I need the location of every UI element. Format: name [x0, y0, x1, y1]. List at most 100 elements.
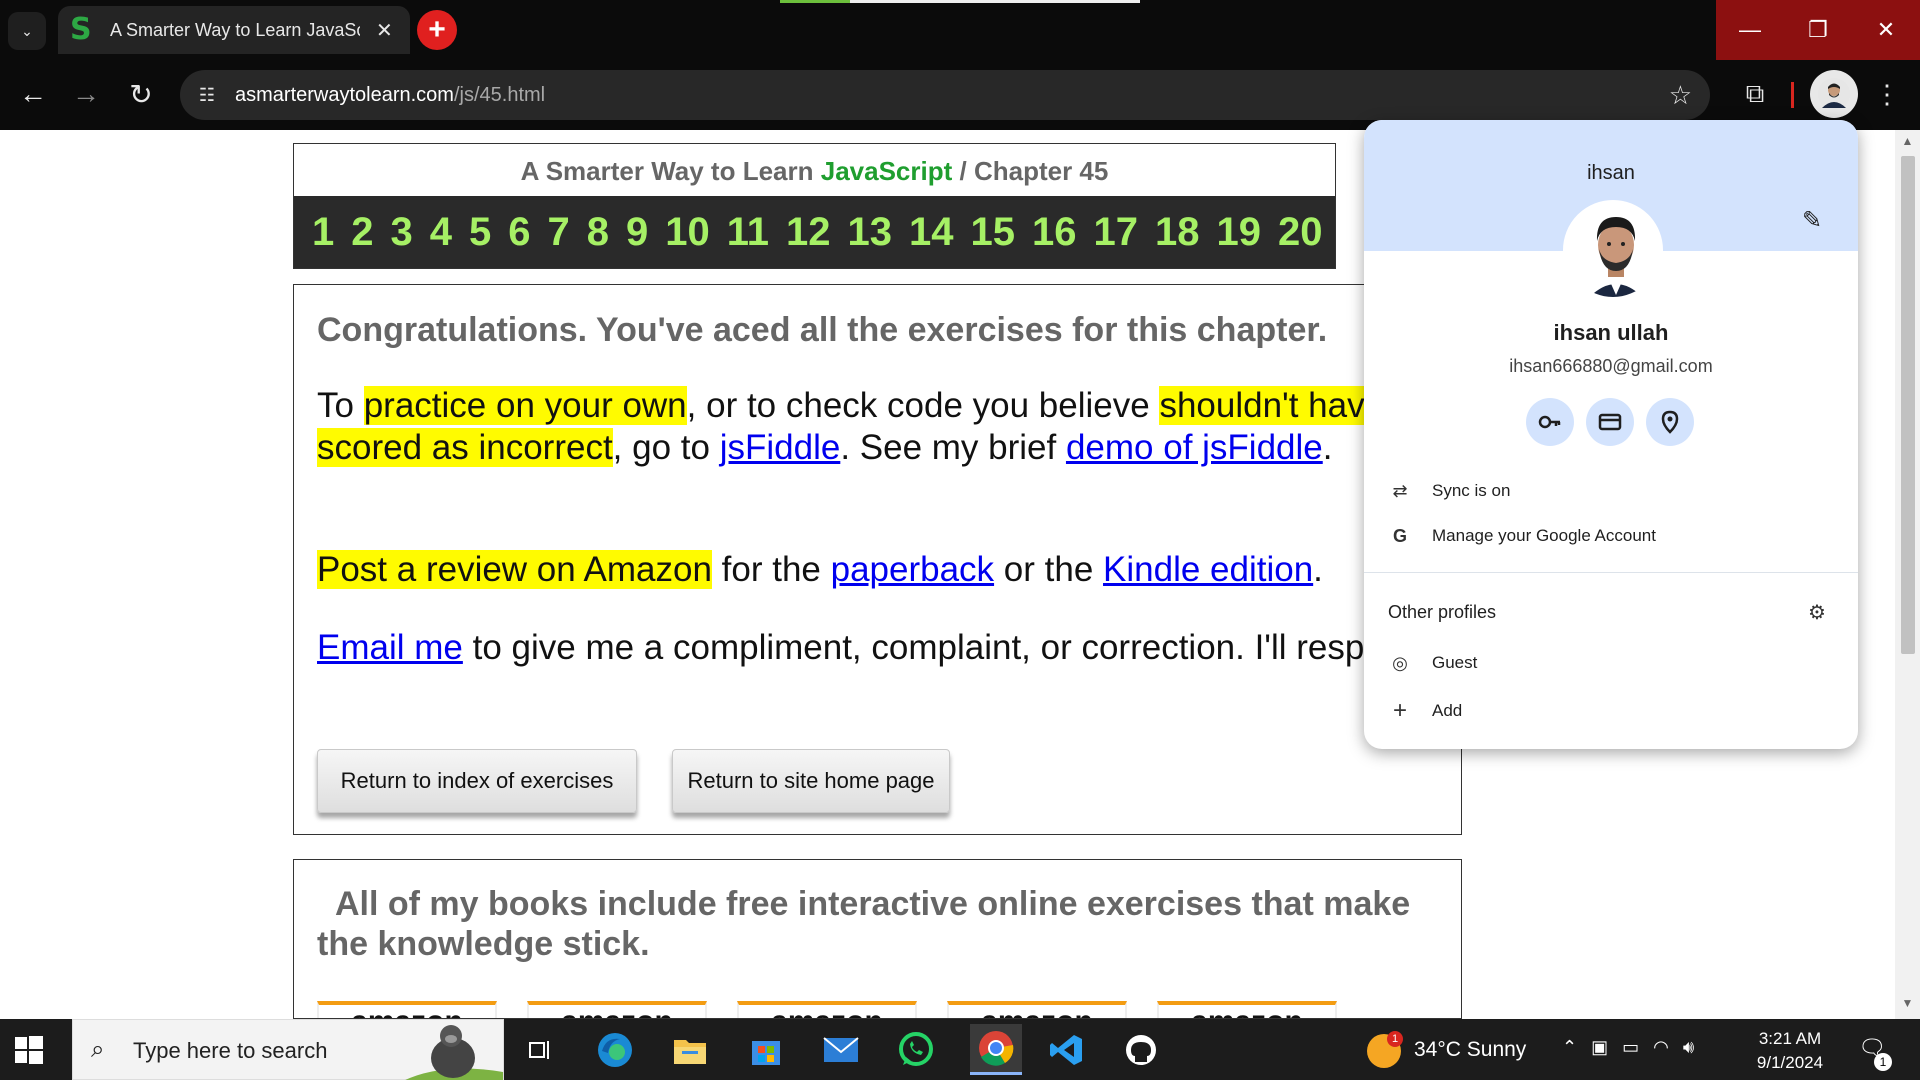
- guest-profile-row[interactable]: ◎ Guest: [1388, 648, 1477, 678]
- chapter-link-3[interactable]: 3: [391, 210, 413, 255]
- wifi-icon[interactable]: ◠: [1653, 1037, 1669, 1058]
- address-bar[interactable]: ☷ asmarterwaytolearn.com/js/45.html ☆: [180, 70, 1710, 120]
- amazon-book-link[interactable]: amazon: [1157, 1001, 1337, 1018]
- chapter-navigation: 1 2 3 4 5 6 7 8 9 10 11 12 13 14 15 16 17 18 19 20: [294, 196, 1335, 268]
- url-path: /js/45.html: [453, 84, 546, 106]
- amazon-book-link[interactable]: amazon: [947, 1001, 1127, 1018]
- chapter-link-4[interactable]: 4: [430, 210, 452, 255]
- text: .: [1313, 550, 1323, 589]
- profile-avatar-button[interactable]: [1810, 70, 1858, 118]
- scroll-thumb[interactable]: [1901, 156, 1915, 654]
- text: to give me a compliment, complaint, or c…: [462, 628, 1433, 667]
- active-tab[interactable]: S A Smarter Way to Learn JavaScr ✕: [58, 6, 410, 54]
- text: .: [1322, 428, 1333, 467]
- sync-status-row[interactable]: ⇄ Sync is on: [1388, 476, 1510, 506]
- reload-icon[interactable]: ↻: [121, 74, 161, 114]
- chapter-link-13[interactable]: 13: [848, 210, 893, 255]
- chapter-link-2[interactable]: 2: [351, 210, 373, 255]
- windows-start-icon[interactable]: [14, 1035, 44, 1065]
- forward-arrow-icon[interactable]: →: [66, 74, 106, 114]
- chevron-up-icon[interactable]: ⌃: [1562, 1037, 1577, 1058]
- password-manager-button[interactable]: [1526, 398, 1574, 446]
- chapter-link-10[interactable]: 10: [665, 210, 710, 255]
- chapter-link-1[interactable]: 1: [312, 210, 334, 255]
- task-view-icon[interactable]: [520, 1029, 562, 1071]
- close-window-button[interactable]: ✕: [1852, 0, 1920, 60]
- weather-badge: 1: [1387, 1031, 1403, 1047]
- restore-button[interactable]: ❐: [1784, 0, 1852, 60]
- chapter-link-6[interactable]: 6: [508, 210, 530, 255]
- amazon-book-link[interactable]: amazon: [737, 1001, 917, 1018]
- gear-icon[interactable]: ⚙: [1808, 600, 1832, 624]
- page-title: A Smarter Way to Learn JavaScript / Chap…: [294, 144, 1335, 196]
- mail-icon[interactable]: [820, 1029, 862, 1071]
- taskbar-search-box[interactable]: ⌕ Type here to search: [72, 1019, 504, 1080]
- window-controls: — ❐ ✕: [1716, 0, 1920, 60]
- close-tab-icon[interactable]: ✕: [376, 18, 393, 43]
- chapter-link-9[interactable]: 9: [626, 210, 648, 255]
- chapter-link-8[interactable]: 8: [587, 210, 609, 255]
- chapter-link-16[interactable]: 16: [1032, 210, 1077, 255]
- jsfiddle-demo-link[interactable]: demo of jsFiddle: [1066, 428, 1323, 467]
- more-menu-icon[interactable]: ⋮: [1870, 74, 1904, 114]
- amazon-book-link[interactable]: amazon: [317, 1001, 497, 1018]
- scroll-up-arrow-icon[interactable]: ▲: [1895, 134, 1920, 154]
- profile-short-name: ihsan: [1587, 162, 1635, 184]
- url-text[interactable]: asmarterwaytolearn.com/js/45.html: [235, 84, 545, 107]
- addresses-button[interactable]: [1646, 398, 1694, 446]
- add-label: Add: [1432, 701, 1463, 720]
- site-info-icon[interactable]: ☷: [194, 82, 220, 108]
- edit-pencil-icon[interactable]: ✎: [1802, 206, 1830, 234]
- payment-methods-button[interactable]: [1586, 398, 1634, 446]
- location-pin-icon: [1661, 410, 1679, 434]
- amazon-book-link[interactable]: amazon: [527, 1001, 707, 1018]
- vscode-icon[interactable]: [1045, 1029, 1087, 1071]
- chapter-link-11[interactable]: 11: [727, 210, 769, 255]
- chapter-link-20[interactable]: 20: [1278, 210, 1323, 255]
- text: , go to: [612, 428, 720, 467]
- system-clock[interactable]: 3:21 AM 9/1/2024: [1740, 1027, 1840, 1075]
- scroll-down-arrow-icon[interactable]: ▼: [1895, 996, 1920, 1016]
- meet-now-icon[interactable]: ▣: [1591, 1037, 1608, 1058]
- minimize-button[interactable]: —: [1716, 0, 1784, 60]
- chapter-link-18[interactable]: 18: [1155, 210, 1200, 255]
- whatsapp-icon[interactable]: [895, 1029, 937, 1071]
- chapter-link-5[interactable]: 5: [469, 210, 491, 255]
- search-placeholder: Type here to search: [133, 1038, 328, 1063]
- chapter-link-7[interactable]: 7: [548, 210, 570, 255]
- edge-browser-icon[interactable]: [594, 1029, 636, 1071]
- extensions-puzzle-icon[interactable]: ⧉: [1735, 74, 1775, 114]
- system-tray: ⌃ ▣ ▭ ◠ 🔊︎: [1562, 1037, 1694, 1058]
- tab-search-button[interactable]: ⌄: [8, 12, 46, 50]
- return-index-button[interactable]: Return to index of exercises: [317, 749, 637, 813]
- file-explorer-icon[interactable]: [669, 1029, 711, 1071]
- kindle-link[interactable]: Kindle edition: [1103, 550, 1313, 589]
- chapter-link-14[interactable]: 14: [909, 210, 954, 255]
- return-home-button[interactable]: Return to site home page: [672, 749, 950, 813]
- text: for the: [711, 550, 831, 589]
- chapter-link-15[interactable]: 15: [971, 210, 1016, 255]
- battery-icon[interactable]: ▭: [1622, 1037, 1639, 1058]
- manage-account-label: Manage your Google Account: [1432, 526, 1656, 545]
- email-me-link[interactable]: Email me: [317, 628, 463, 667]
- microsoft-store-icon[interactable]: [745, 1029, 787, 1071]
- github-desktop-icon[interactable]: [1120, 1029, 1162, 1071]
- chapter-link-12[interactable]: 12: [786, 210, 831, 255]
- gorilla-illustration-icon: [405, 1025, 503, 1080]
- bookmark-star-icon[interactable]: ☆: [1669, 80, 1692, 111]
- site-favicon: S: [70, 12, 92, 47]
- guest-label: Guest: [1432, 653, 1478, 672]
- volume-icon[interactable]: 🔊︎: [1683, 1037, 1694, 1058]
- books-panel: All of my books include free interactive…: [293, 859, 1462, 1019]
- weather-text[interactable]: 34°C Sunny: [1414, 1038, 1526, 1062]
- new-tab-button[interactable]: +: [417, 10, 457, 50]
- add-profile-row[interactable]: + Add: [1388, 696, 1462, 726]
- chapter-link-17[interactable]: 17: [1094, 210, 1139, 255]
- chapter-link-19[interactable]: 19: [1217, 210, 1262, 255]
- page-scrollbar[interactable]: ▲ ▼: [1895, 130, 1920, 1019]
- jsfiddle-link[interactable]: jsFiddle: [720, 428, 841, 467]
- chrome-icon[interactable]: [970, 1024, 1022, 1075]
- paperback-link[interactable]: paperback: [831, 550, 994, 589]
- back-arrow-icon[interactable]: ←: [13, 74, 53, 114]
- manage-account-row[interactable]: G Manage your Google Account: [1388, 521, 1656, 551]
